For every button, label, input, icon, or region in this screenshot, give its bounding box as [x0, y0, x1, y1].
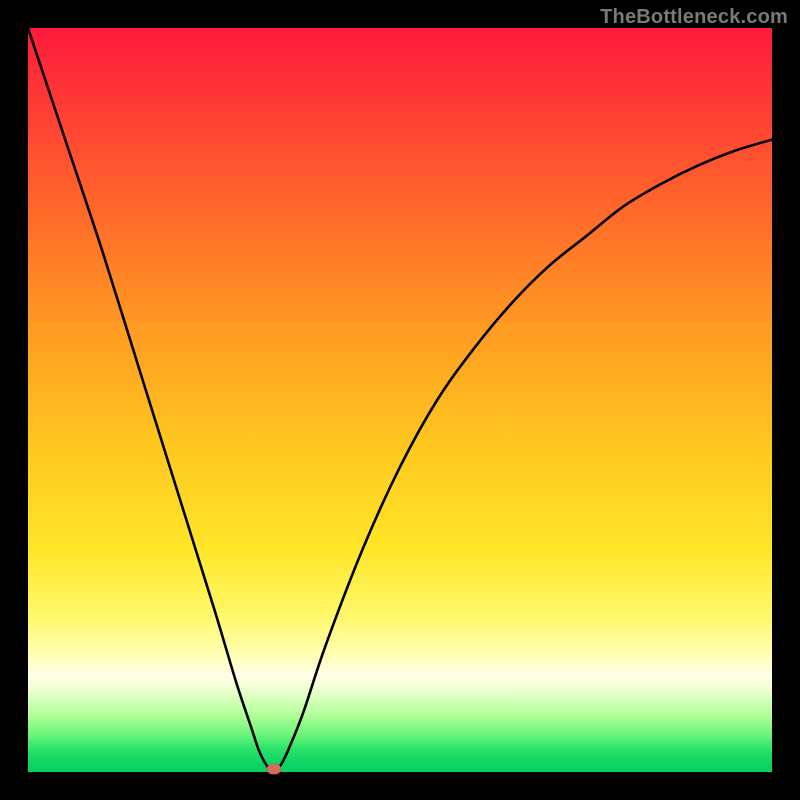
- plot-area: [28, 28, 772, 772]
- bottleneck-curve: [28, 28, 772, 772]
- watermark-text: TheBottleneck.com: [600, 6, 788, 29]
- chart-frame: TheBottleneck.com: [0, 0, 800, 800]
- optimal-point-marker: [267, 764, 281, 775]
